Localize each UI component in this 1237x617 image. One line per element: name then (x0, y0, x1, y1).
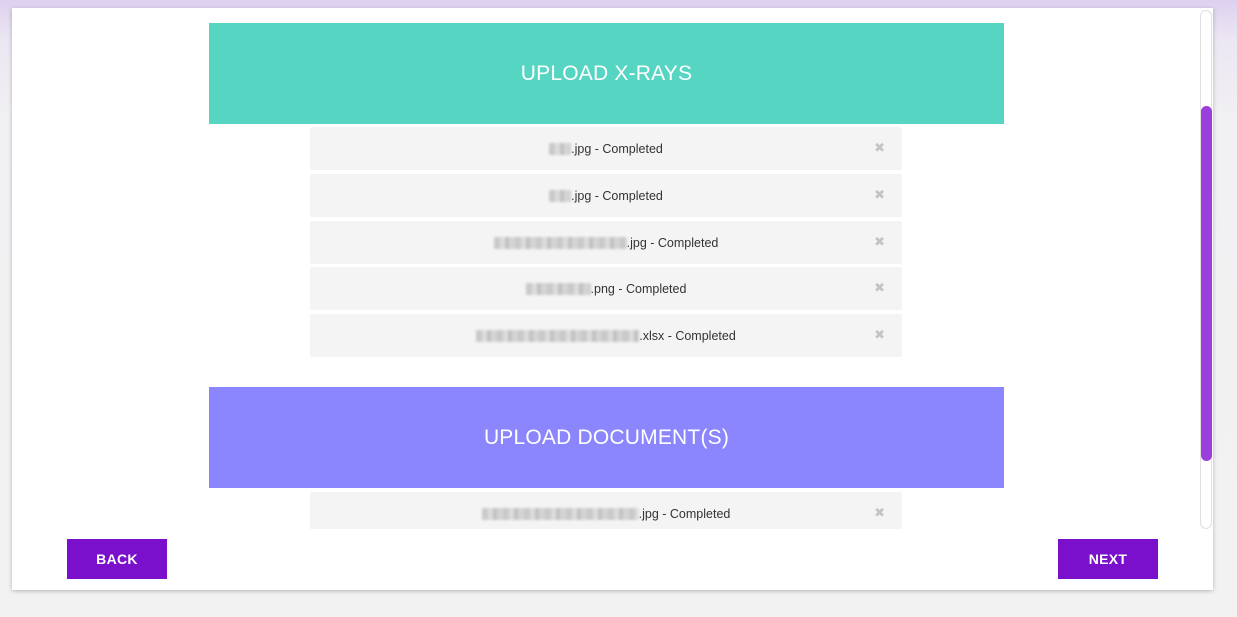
file-item: .jpg - Completed ✖ (310, 492, 902, 529)
file-item: .jpg - Completed ✖ (310, 174, 902, 217)
file-status: .jpg - Completed (638, 506, 731, 521)
file-status: .jpg - Completed (571, 141, 663, 156)
remove-file-icon[interactable]: ✖ (874, 505, 885, 518)
back-button[interactable]: BACK (67, 539, 167, 579)
upload-documents-header[interactable]: UPLOAD DOCUMENT(S) (209, 387, 1004, 488)
file-status: .jpg - Completed (571, 188, 663, 203)
remove-file-icon[interactable]: ✖ (874, 234, 885, 247)
redacted-filename (549, 142, 572, 155)
upload-xrays-header[interactable]: UPLOAD X-RAYS (209, 23, 1004, 124)
next-button[interactable]: NEXT (1058, 539, 1158, 579)
upload-card: UPLOAD X-RAYS .jpg - Completed ✖ .jpg - … (12, 8, 1213, 590)
file-status: .jpg - Completed (626, 235, 719, 250)
redacted-filename (476, 329, 640, 342)
redacted-filename (493, 236, 627, 249)
remove-file-icon[interactable]: ✖ (874, 280, 885, 293)
remove-file-icon[interactable]: ✖ (874, 327, 885, 340)
file-item: .jpg - Completed ✖ (310, 221, 902, 264)
upload-documents-title: UPLOAD DOCUMENT(S) (483, 425, 730, 449)
file-status: .xlsx - Completed (639, 328, 736, 343)
remove-file-icon[interactable]: ✖ (874, 140, 885, 153)
file-item: .jpg - Completed ✖ (310, 127, 902, 170)
file-item: .xlsx - Completed ✖ (310, 314, 902, 357)
file-item: .png - Completed ✖ (310, 267, 902, 310)
remove-file-icon[interactable]: ✖ (874, 187, 885, 200)
file-status: .png - Completed (590, 281, 687, 296)
upload-scroll-area[interactable]: UPLOAD X-RAYS .jpg - Completed ✖ .jpg - … (12, 8, 1213, 529)
upload-xrays-title: UPLOAD X-RAYS (520, 61, 693, 85)
redacted-filename (549, 189, 572, 202)
scrollbar-thumb[interactable] (1201, 106, 1212, 461)
redacted-filename (481, 507, 639, 520)
redacted-filename (525, 282, 591, 295)
